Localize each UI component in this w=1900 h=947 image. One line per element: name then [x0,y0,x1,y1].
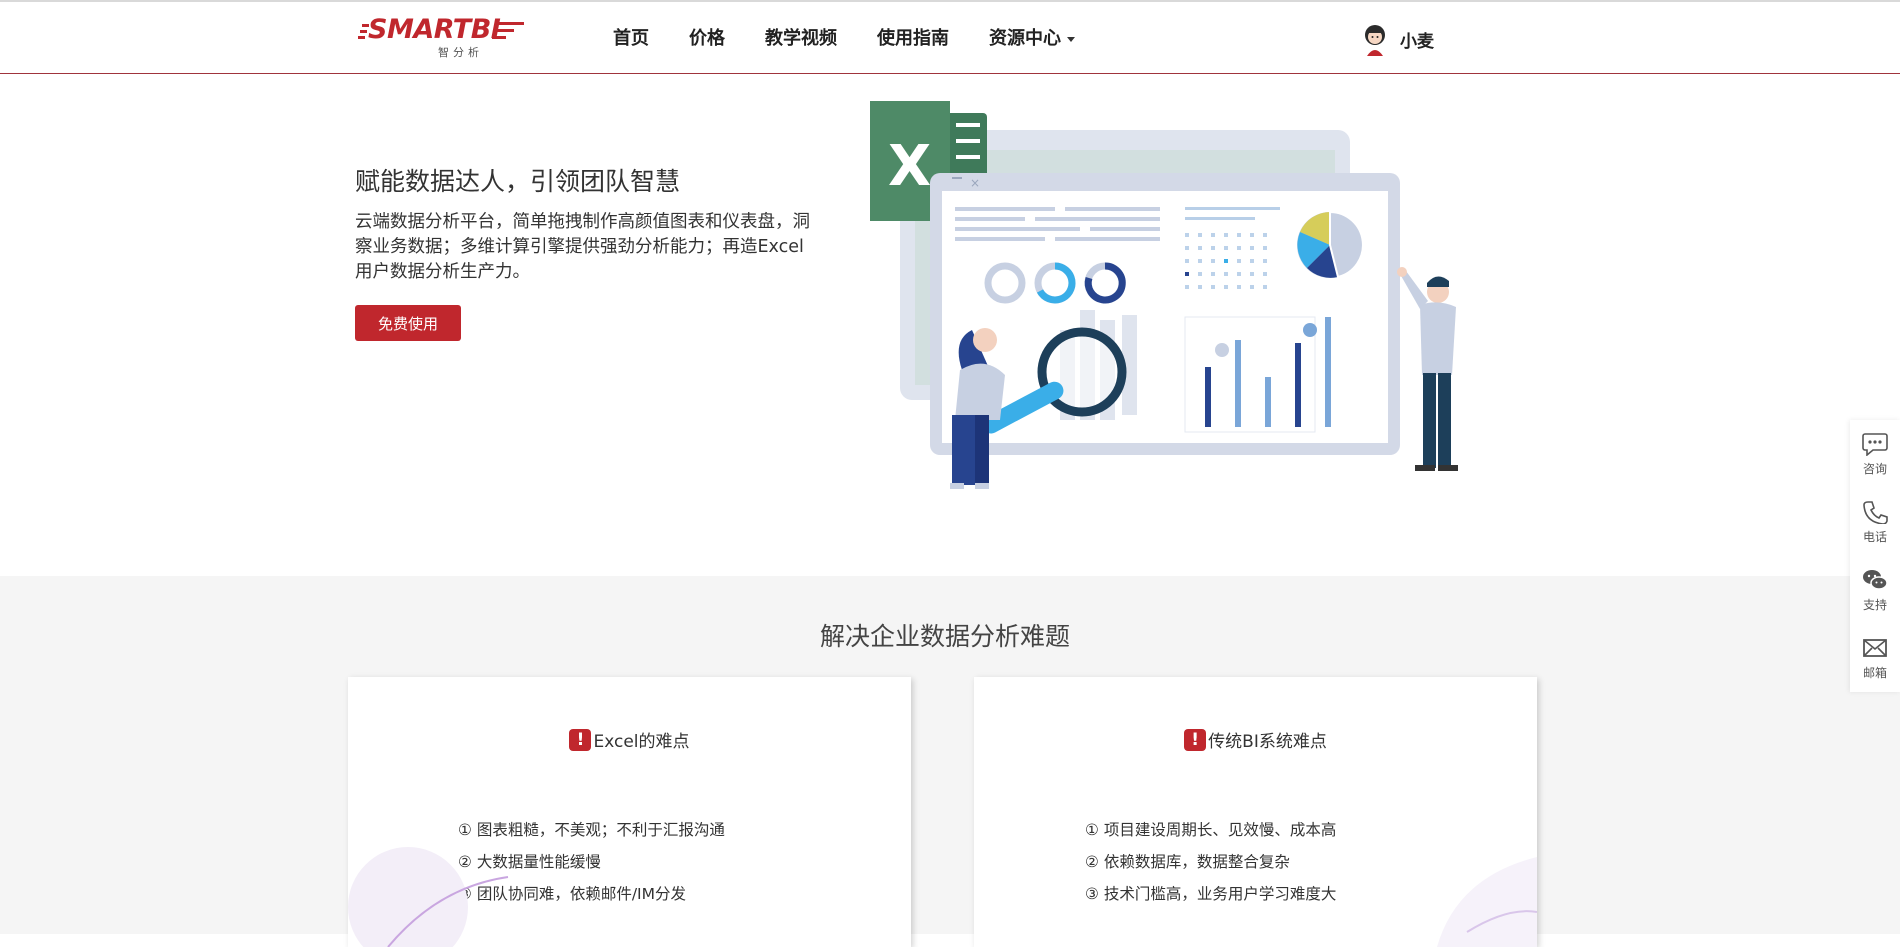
email-label: 邮箱 [1862,666,1887,680]
consult-label: 咨询 [1862,462,1887,476]
smartbi-logo[interactable]: SMARTBI 智分析 [358,14,524,59]
hero-illustration: X × [870,101,1458,489]
card-heading: ! Excel的难点 [348,727,911,752]
phone-icon [1863,501,1888,524]
card-title: 传统BI系统难点 [1208,732,1327,752]
hero-title: 赋能数据达人，引领团队智慧 [355,167,681,196]
mail-icon [1863,639,1887,657]
nav-pricing[interactable]: 价格 [689,26,725,56]
logo-text: SMARTBI [368,14,501,45]
site-header: SMARTBI 智分析 首页 价格 教学视频 使用指南 资源中心 小麦 [0,2,1900,74]
logo-swoosh-icon [492,22,524,39]
support-button[interactable]: 支持 [1850,568,1900,613]
nav-tutorial-videos-label: 教学视频 [765,28,837,49]
hero-description: 云端数据分析平台，简单拖拽制作高颜值图表和仪表盘，洞察业务数据；多维计算引擎提供… [355,212,810,282]
nav-resource-center[interactable]: 资源中心 [989,26,1075,56]
bi-pain-card: ! 传统BI系统难点 ① 项目建设周期长、见效慢、成本高 ② 依赖数据库，数据整… [974,677,1537,947]
pie-graphic [1297,210,1364,279]
main-nav: 首页 价格 教学视频 使用指南 资源中心 [613,26,1115,56]
logo-subtitle: 智分析 [438,46,483,59]
card-decoration [1437,857,1537,947]
nav-pricing-label: 价格 [689,28,725,49]
phone-label: 电话 [1862,530,1887,544]
phone-button[interactable]: 电话 [1850,500,1900,545]
section-title: 解决企业数据分析难题 [819,622,1070,651]
list-item: ② 依赖数据库，数据整合复杂 [1085,853,1290,871]
wechat-icon [1863,570,1888,590]
svg-text:X: X [888,134,931,199]
list-item: ③ 技术门槛高，业务用户学习难度大 [1085,885,1337,903]
excel-pain-card: ! Excel的难点 ① 图表粗糙，不美观；不利于汇报沟通 ② 大数据量性能缓慢… [348,677,911,947]
consult-button[interactable]: 咨询 [1850,432,1900,477]
contact-float-bar: 咨询 电话 支持 邮箱 [1850,420,1900,692]
nav-home[interactable]: 首页 [613,26,649,56]
chat-icon [1862,433,1888,456]
man-figure [1397,267,1458,471]
nav-user-guide[interactable]: 使用指南 [877,26,949,56]
nav-resource-center-label: 资源中心 [989,28,1061,49]
warning-icon: ! [1184,728,1207,751]
card-title: Excel的难点 [593,732,690,752]
chevron-down-icon [1067,36,1075,42]
card-heading: ! 传统BI系统难点 [974,727,1537,752]
card-list: ① 项目建设周期长、见效慢、成本高 ② 依赖数据库，数据整合复杂 ③ 技术门槛高… [1085,814,1336,910]
avatar [1365,25,1385,56]
nav-tutorial-videos[interactable]: 教学视频 [765,26,837,56]
pain-points-section: 解决企业数据分析难题 ! Excel的难点 ① 图表粗糙，不美观；不利于汇报沟通… [0,576,1900,947]
list-item: ① 项目建设周期长、见效慢、成本高 [1085,821,1337,839]
warning-icon: ! [569,728,592,751]
user-name: 小麦 [1400,31,1434,52]
svg-text:×: × [970,176,980,190]
email-button[interactable]: 邮箱 [1850,636,1900,681]
card-decoration [348,847,509,947]
free-trial-button[interactable]: 免费使用 [355,305,461,341]
user-menu[interactable]: 小麦 [1360,22,1434,56]
nav-user-guide-label: 使用指南 [877,28,949,49]
nav-home-label: 首页 [613,28,649,49]
support-label: 支持 [1862,598,1887,612]
